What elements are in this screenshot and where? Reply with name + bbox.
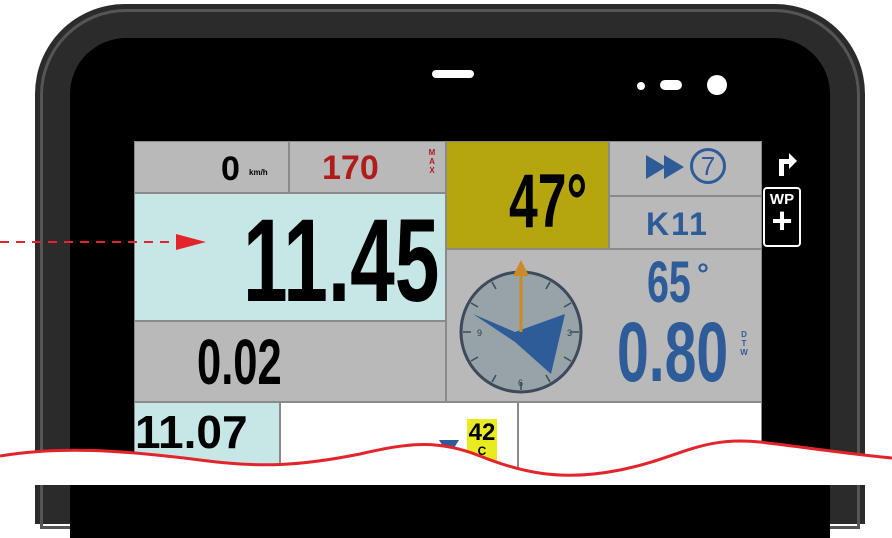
compass-label-s: 6	[518, 378, 523, 388]
bearing-value: 65	[647, 254, 691, 312]
partial-distance-cell[interactable]: 0.02	[134, 321, 446, 402]
heading-cell[interactable]: 47°	[446, 141, 609, 249]
heading-degree: °	[566, 159, 588, 244]
speaker-slot	[432, 70, 474, 78]
waypoint-name-cell[interactable]: K11	[609, 196, 762, 249]
turn-right-icon[interactable]	[776, 144, 798, 178]
compass-label-e: 3	[567, 328, 572, 338]
dtw-value: 0.80	[617, 305, 729, 399]
heading-number: 47	[509, 159, 567, 244]
compass-label-w: 9	[477, 328, 482, 338]
max-label-text: MAX	[428, 148, 436, 175]
speed-unit: km/h	[249, 168, 268, 177]
partial-distance-value: 0.02	[197, 326, 282, 398]
speed-cell[interactable]: 0 km/h	[134, 141, 289, 193]
main-distance-cell[interactable]: 11.45	[134, 193, 446, 321]
max-label: MAX	[427, 148, 437, 175]
compass-panel[interactable]: 9 3 6 65 ° 0.80 DTW	[446, 249, 762, 402]
bearing-degree: °	[697, 258, 709, 291]
dtw-label-text: DTW	[740, 330, 748, 357]
main-distance-value: 11.45	[243, 195, 440, 321]
wave-divider	[0, 439, 892, 485]
sensor-pill	[660, 80, 682, 90]
waypoint-number-circle: 7	[690, 148, 726, 184]
max-speed-value: 170	[322, 149, 379, 187]
max-speed-cell[interactable]: 170 MAX	[289, 141, 446, 193]
plus-icon: +	[771, 200, 793, 241]
front-camera	[707, 75, 727, 95]
callout-arrow	[0, 234, 206, 250]
waypoint-name: K11	[646, 206, 709, 242]
sensor-dot	[637, 82, 645, 90]
fast-forward-icon	[646, 155, 684, 179]
dtw-label: DTW	[739, 330, 749, 357]
waypoint-number: 7	[700, 151, 716, 181]
heading-value: 47°	[509, 164, 587, 240]
next-waypoint-cell[interactable]: 7	[609, 141, 762, 196]
add-waypoint-button[interactable]: WP +	[763, 187, 801, 247]
current-speed: 0	[221, 150, 240, 188]
compass-dial: 9 3 6	[459, 260, 583, 394]
